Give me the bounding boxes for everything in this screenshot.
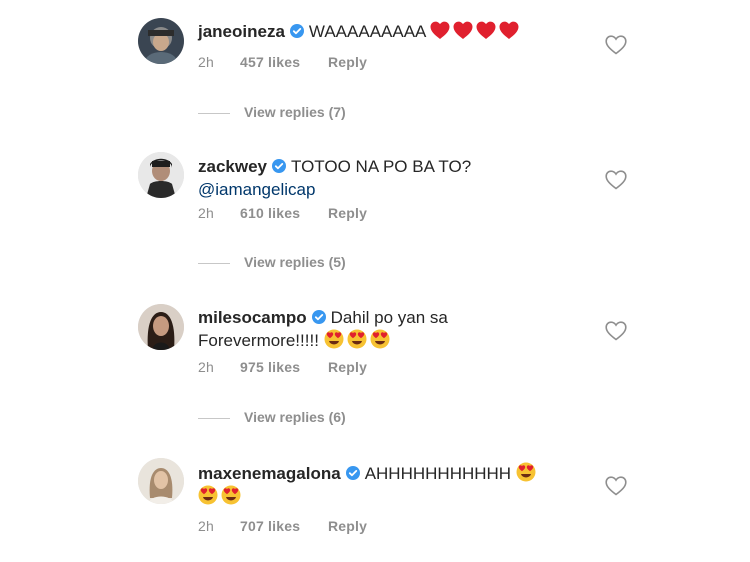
heart-eyes-emoji-icon: [516, 462, 536, 482]
heart-eyes-emoji-icon: [198, 485, 218, 505]
comment-body: zackwey TOTOO NA PO BA TO? @iamangelicap: [198, 155, 578, 201]
comment-text: TOTOO NA PO BA TO?: [291, 157, 472, 176]
comment-meta: 2h 707 likes Reply: [198, 518, 367, 534]
comment-text: WAAAAAAAAA: [308, 22, 426, 41]
red-heart-icon: [499, 21, 519, 40]
avatar-image: [138, 458, 184, 504]
red-heart-icon: [430, 21, 450, 40]
timestamp: 2h: [198, 54, 214, 70]
comment-body: maxenemagalona AHHHHHHHHHHH: [198, 462, 578, 508]
verified-badge-icon: [311, 310, 326, 324]
verified-badge-icon: [272, 159, 286, 173]
heart-eyes-emoji-icon: [324, 329, 344, 349]
reply-button[interactable]: Reply: [328, 518, 367, 534]
heart-eyes-emoji-icon: [370, 329, 390, 349]
username[interactable]: milesocampo: [198, 308, 307, 327]
reply-button[interactable]: Reply: [328, 359, 367, 375]
avatar[interactable]: [138, 152, 184, 198]
likes-count[interactable]: 975 likes: [240, 359, 328, 375]
likes-count[interactable]: 457 likes: [240, 54, 328, 70]
divider-line: [198, 262, 230, 264]
verified-badge-icon: [345, 466, 360, 480]
likes-count[interactable]: 707 likes: [240, 518, 328, 534]
view-replies-button[interactable]: View replies (5): [198, 254, 346, 270]
comment-body: milesocampo Dahil po yan sa Forevermore!!…: [198, 306, 578, 352]
timestamp: 2h: [198, 518, 214, 534]
verified-badge-icon: [289, 24, 304, 38]
like-heart-icon[interactable]: [605, 35, 627, 55]
view-replies-button[interactable]: View replies (7): [198, 104, 346, 120]
username[interactable]: maxenemagalona: [198, 464, 341, 483]
comment-body: janeoineza WAAAAAAAAA: [198, 20, 578, 43]
avatar[interactable]: [138, 18, 184, 64]
red-heart-icon: [476, 21, 496, 40]
view-replies-label: View replies (5): [244, 254, 346, 270]
timestamp: 2h: [198, 359, 214, 375]
view-replies-label: View replies (6): [244, 409, 346, 425]
reply-button[interactable]: Reply: [328, 205, 367, 221]
comment-meta: 2h 975 likes Reply: [198, 359, 367, 375]
comments-list: janeoineza WAAAAAAAAA 2h 457 likes Reply Vi…: [0, 0, 750, 562]
view-replies-button[interactable]: View replies (6): [198, 409, 346, 425]
avatar-image: [138, 152, 184, 198]
avatar[interactable]: [138, 304, 184, 350]
heart-eyes-emoji-icon: [221, 485, 241, 505]
comment-text-line2: Forevermore!!!!!: [198, 331, 319, 350]
reply-button[interactable]: Reply: [328, 54, 367, 70]
likes-count[interactable]: 610 likes: [240, 205, 328, 221]
like-heart-icon[interactable]: [605, 321, 627, 341]
heart-eyes-emoji-icon: [347, 329, 367, 349]
avatar-image: [138, 304, 184, 350]
mention-link[interactable]: @iamangelicap: [198, 180, 315, 199]
like-heart-icon[interactable]: [605, 476, 627, 496]
username[interactable]: janeoineza: [198, 22, 285, 41]
divider-line: [198, 112, 230, 114]
comment-meta: 2h 610 likes Reply: [198, 205, 367, 221]
avatar[interactable]: [138, 458, 184, 504]
red-heart-icon: [453, 21, 473, 40]
divider-line: [198, 417, 230, 419]
view-replies-label: View replies (7): [244, 104, 346, 120]
like-heart-icon[interactable]: [605, 170, 627, 190]
comment-text: Dahil po yan sa: [330, 308, 448, 327]
username[interactable]: zackwey: [198, 157, 267, 176]
avatar-image: [138, 18, 184, 64]
timestamp: 2h: [198, 205, 214, 221]
comment-text: AHHHHHHHHHHH: [364, 464, 512, 483]
comment-meta: 2h 457 likes Reply: [198, 54, 367, 70]
